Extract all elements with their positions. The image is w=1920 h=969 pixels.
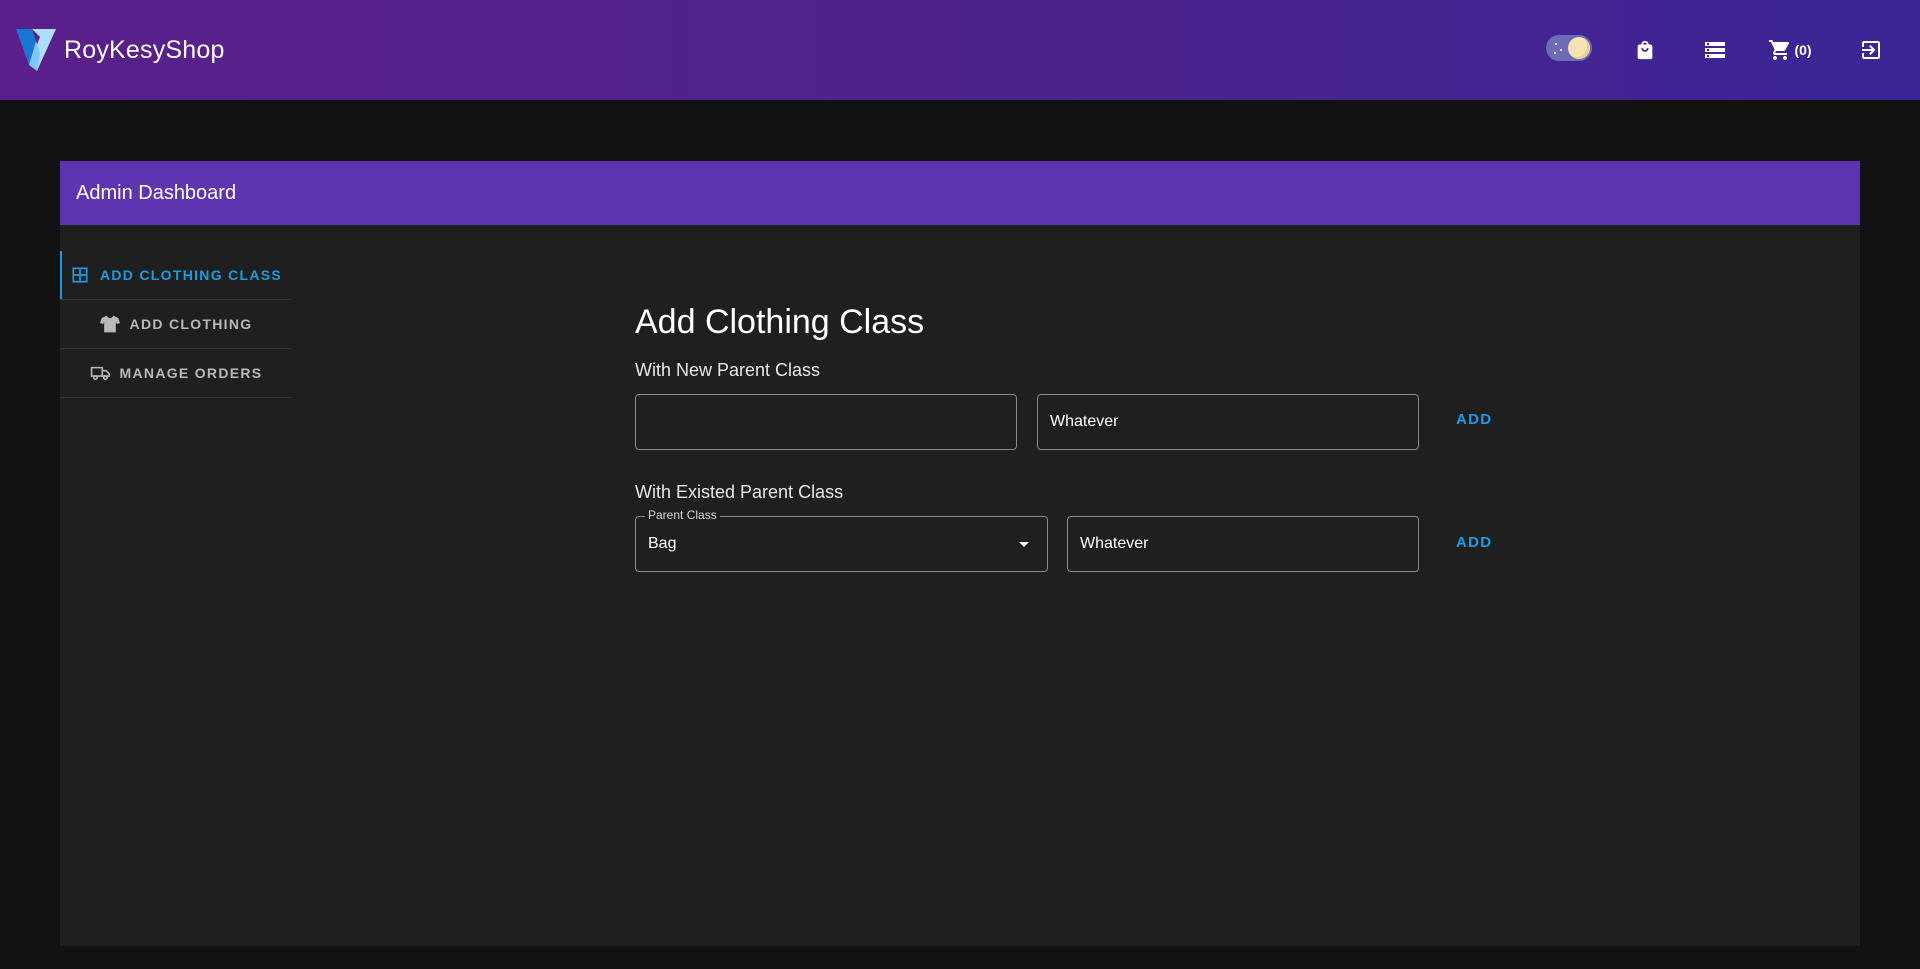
new-class-name-input[interactable]	[1038, 395, 1418, 449]
parent-class-select[interactable]: Parent Class Bag	[635, 508, 1048, 572]
logout-button[interactable]	[1853, 30, 1889, 70]
vuetify-logo-icon	[16, 29, 56, 71]
star-decoration	[1560, 49, 1562, 51]
new-parent-section-label: With New Parent Class	[635, 360, 821, 380]
star-decoration	[1555, 43, 1557, 45]
tab-add-clothing-class[interactable]: ADD CLOTHING CLASS	[60, 251, 292, 300]
add-new-parent-button[interactable]: ADD	[1444, 401, 1504, 437]
tab-manage-orders[interactable]: MANAGE ORDERS	[60, 349, 292, 398]
shopping-bag-icon	[1637, 40, 1653, 60]
tab-label: MANAGE ORDERS	[119, 365, 263, 381]
chevron-down-icon[interactable]	[1019, 542, 1029, 547]
moon-icon	[1568, 37, 1590, 59]
tab-label: ADD CLOTHING CLASS	[99, 267, 283, 283]
tab-add-clothing[interactable]: ADD CLOTHING	[60, 300, 292, 349]
new-parent-class-field[interactable]	[635, 394, 1017, 450]
existing-parent-section-label: With Existed Parent Class	[635, 482, 844, 502]
tshirt-icon	[99, 314, 120, 334]
cart-icon	[1769, 40, 1790, 60]
logout-icon	[1862, 41, 1880, 59]
app-bar: RoyKesyShop (0)	[0, 0, 1920, 100]
table-icon	[70, 265, 90, 285]
existing-class-name-input[interactable]	[1068, 517, 1418, 571]
new-class-name-field[interactable]	[1037, 394, 1419, 450]
admin-dashboard-button[interactable]	[1697, 30, 1733, 70]
existing-class-name-field[interactable]	[1067, 516, 1419, 572]
parent-class-select-value: Bag	[648, 535, 677, 552]
cart-button[interactable]: (0)	[1762, 30, 1818, 70]
parent-class-select-label: Parent Class	[645, 508, 720, 522]
dark-mode-toggle[interactable]	[1546, 35, 1592, 61]
star-decoration	[1554, 52, 1556, 54]
tab-label: ADD CLOTHING	[129, 316, 253, 332]
card-title: Admin Dashboard	[60, 161, 1860, 225]
side-tabs: ADD CLOTHING CLASS ADD CLOTHING MANAGE O…	[60, 251, 292, 398]
brand[interactable]: RoyKesyShop	[16, 27, 225, 73]
add-existing-parent-button[interactable]: ADD	[1444, 524, 1504, 560]
shop-button[interactable]	[1627, 30, 1663, 70]
cart-count: (0)	[1794, 42, 1812, 58]
admin-dashboard-card: Admin Dashboard ADD CLOTHING CLASS ADD C…	[60, 161, 1860, 946]
server-icon	[1705, 42, 1725, 58]
truck-icon	[90, 363, 110, 383]
brand-name: RoyKesyShop	[64, 35, 225, 64]
form-title: Add Clothing Class	[635, 303, 925, 341]
new-parent-class-input[interactable]	[636, 395, 1016, 449]
